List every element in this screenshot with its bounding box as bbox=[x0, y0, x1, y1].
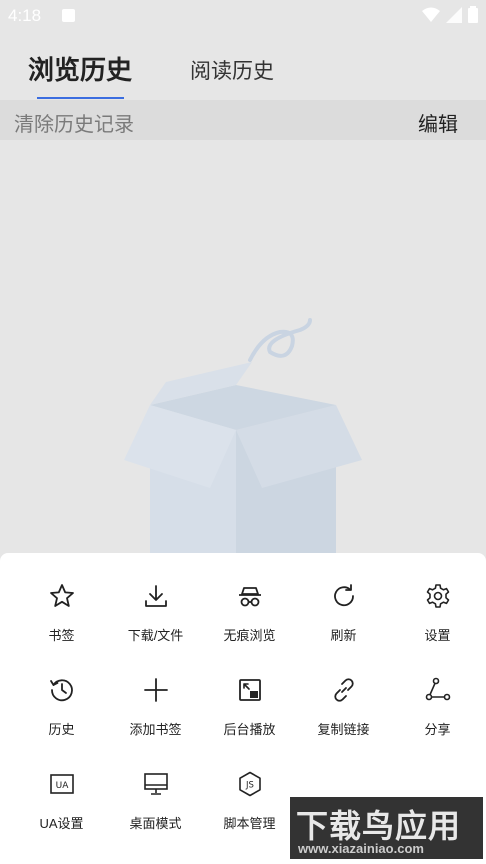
wifi-icon bbox=[422, 7, 440, 22]
menu-label: 历史 bbox=[48, 722, 75, 737]
menu-item-history[interactable]: 历史 bbox=[13, 647, 110, 741]
status-icons bbox=[422, 6, 478, 23]
menu-label: 桌面模式 bbox=[129, 816, 182, 831]
menu-item-refresh[interactable]: 刷新 bbox=[295, 553, 392, 647]
menu-label: 脚本管理 bbox=[223, 816, 276, 831]
refresh-icon bbox=[334, 584, 354, 607]
menu-item-share[interactable]: 分享 bbox=[389, 647, 486, 741]
menu-item-ua-settings[interactable]: UA UA设置 bbox=[13, 741, 110, 835]
clear-history-button[interactable]: 清除历史记录 bbox=[14, 108, 134, 137]
edit-button[interactable]: 编辑 bbox=[418, 108, 458, 137]
notification-icon bbox=[62, 9, 75, 22]
menu-label: 分享 bbox=[424, 722, 451, 737]
menu-label: 设置 bbox=[424, 628, 451, 643]
menu-label: UA设置 bbox=[39, 816, 84, 831]
tab-read-history[interactable]: 阅读历史 bbox=[190, 55, 274, 85]
svg-text:JS: JS bbox=[245, 781, 254, 791]
gear-icon bbox=[426, 584, 450, 608]
link-icon bbox=[334, 678, 354, 702]
menu-label: 书签 bbox=[48, 628, 75, 643]
status-bar: 4:18 bbox=[0, 0, 486, 32]
tab-browse-history[interactable]: 浏览历史 bbox=[28, 50, 132, 87]
tab-indicator bbox=[37, 97, 124, 99]
menu-label: 无痕浏览 bbox=[223, 628, 276, 643]
empty-state bbox=[0, 140, 486, 554]
menu-item-copy-link[interactable]: 复制链接 bbox=[295, 647, 392, 741]
menu-item-desktop-mode[interactable]: 桌面模式 bbox=[107, 741, 204, 835]
menu-item-settings[interactable]: 设置 bbox=[389, 553, 486, 647]
menu-item-bookmarks[interactable]: 书签 bbox=[13, 553, 110, 647]
menu-label: 复制链接 bbox=[317, 722, 370, 737]
js-icon: JS bbox=[239, 771, 261, 797]
status-time: 4:18 bbox=[8, 6, 42, 25]
watermark-url: www.xiazainiao.com bbox=[298, 841, 424, 856]
incognito-icon bbox=[239, 587, 261, 607]
empty-box-illustration bbox=[124, 318, 362, 554]
menu-item-script-manager[interactable]: JS 脚本管理 bbox=[201, 741, 298, 835]
plus-icon bbox=[144, 678, 168, 702]
ua-icon: UA bbox=[50, 774, 74, 794]
menu-label: 刷新 bbox=[330, 628, 357, 643]
history-toolbar: 清除历史记录 编辑 bbox=[0, 100, 486, 140]
menu-item-incognito[interactable]: 无痕浏览 bbox=[201, 553, 298, 647]
clock-icon bbox=[50, 679, 73, 702]
history-tabs: 浏览历史 阅读历史 bbox=[0, 32, 486, 100]
battery-icon bbox=[468, 6, 478, 23]
menu-label: 下载/文件 bbox=[127, 628, 184, 643]
monitor-icon bbox=[144, 773, 168, 795]
share-icon bbox=[425, 677, 451, 701]
watermark: 下载鸟应用 www.xiazainiao.com bbox=[290, 797, 483, 859]
download-icon bbox=[145, 585, 167, 607]
menu-label: 后台播放 bbox=[223, 722, 276, 737]
menu-item-downloads[interactable]: 下载/文件 bbox=[107, 553, 204, 647]
signal-icon bbox=[446, 6, 462, 23]
menu-item-background-play[interactable]: 后台播放 bbox=[201, 647, 298, 741]
svg-text:UA: UA bbox=[56, 781, 70, 791]
menu-label: 添加书签 bbox=[129, 722, 182, 737]
menu-item-add-bookmark[interactable]: 添加书签 bbox=[107, 647, 204, 741]
star-icon bbox=[50, 584, 74, 607]
pip-icon bbox=[239, 679, 261, 701]
